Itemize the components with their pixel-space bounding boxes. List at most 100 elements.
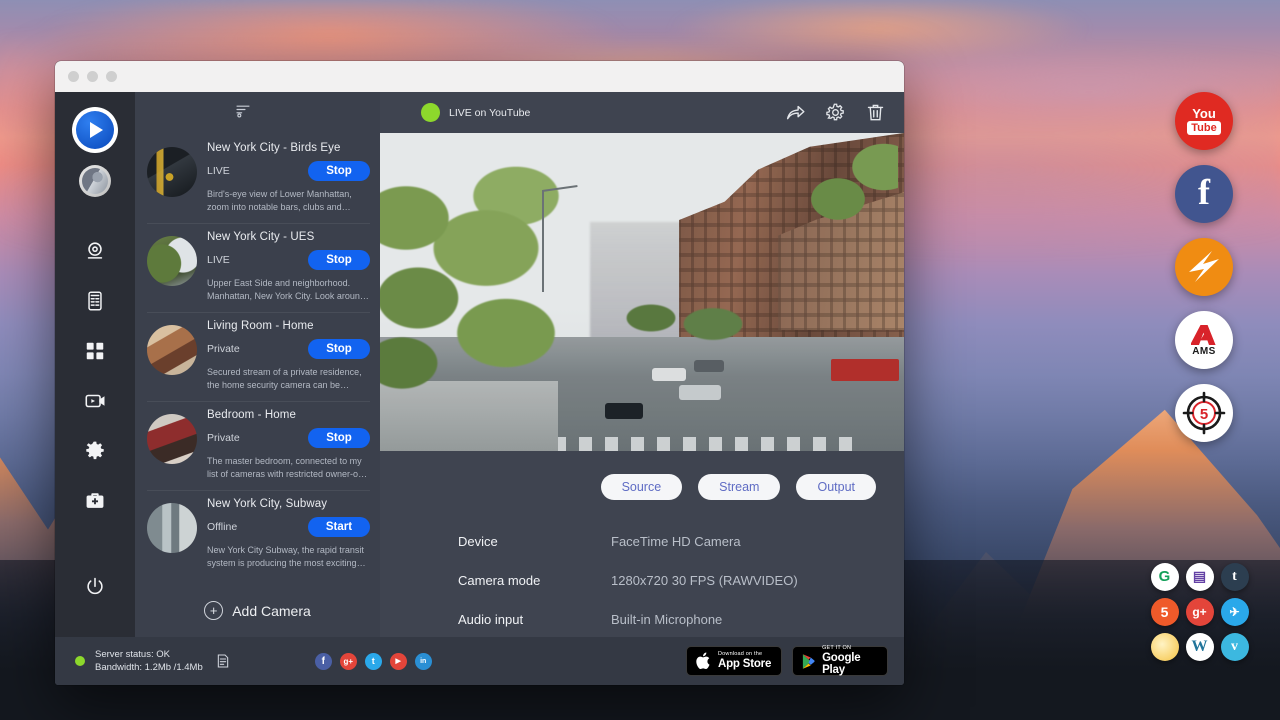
service-dock: You Tube f AMS 5 bbox=[1175, 92, 1233, 442]
facebook-icon[interactable]: f bbox=[315, 653, 332, 670]
twitter-mini-icon[interactable]: ✈ bbox=[1221, 598, 1249, 626]
live-status-dot bbox=[421, 103, 440, 122]
sidebar-item-apps[interactable] bbox=[75, 331, 115, 371]
camera-description: Bird's-eye view of Lower Manhattan, zoom… bbox=[207, 188, 370, 214]
camera-list-item[interactable]: Living Room - Home Private Stop Secured … bbox=[135, 312, 380, 401]
trash-icon[interactable] bbox=[865, 102, 886, 123]
google-plus-icon[interactable]: g+ bbox=[340, 653, 357, 670]
camera-action-button[interactable]: Stop bbox=[308, 339, 370, 359]
detail-value[interactable]: FaceTime HD Camera bbox=[611, 534, 741, 549]
twitch-icon[interactable]: ▤ bbox=[1186, 563, 1214, 591]
video-preview[interactable] bbox=[380, 133, 904, 451]
window-minimize-button[interactable] bbox=[87, 71, 98, 82]
plus-circle-icon: + bbox=[204, 601, 223, 620]
sidebar-item-settings[interactable] bbox=[75, 431, 115, 471]
detail-row: Device FaceTime HD Camera bbox=[458, 534, 904, 549]
camera-title: New York City - Birds Eye bbox=[207, 142, 370, 154]
stream-status: LIVE on YouTube bbox=[421, 103, 530, 122]
store-badges: Download on the App Store GET IT ON Goog… bbox=[686, 646, 888, 676]
camera-state: Private bbox=[207, 343, 240, 355]
sidebar-item-device[interactable] bbox=[75, 281, 115, 321]
play-triangle-icon bbox=[801, 652, 816, 671]
tab-stream[interactable]: Stream bbox=[698, 474, 780, 500]
livestream-icon[interactable]: 5 bbox=[1151, 598, 1179, 626]
twitter-icon[interactable]: t bbox=[365, 653, 382, 670]
status-bar: Server status: OK Bandwidth: 1.2Mb /1.4M… bbox=[55, 637, 904, 685]
adobe-ams-dock-icon[interactable]: AMS bbox=[1175, 311, 1233, 369]
video-overlay bbox=[380, 133, 904, 451]
tab-output[interactable]: Output bbox=[796, 474, 876, 500]
camera-list-item[interactable]: Bedroom - Home Private Stop The master b… bbox=[135, 401, 380, 490]
svg-text:5: 5 bbox=[1200, 406, 1208, 423]
camera-thumbnail bbox=[147, 503, 197, 553]
facebook-dock-icon[interactable]: f bbox=[1175, 165, 1233, 223]
google-plus-mini-icon[interactable]: g+ bbox=[1186, 598, 1214, 626]
gear-icon[interactable] bbox=[825, 102, 846, 123]
ams-label: AMS bbox=[1192, 346, 1215, 357]
window-close-button[interactable] bbox=[68, 71, 79, 82]
share-icon[interactable] bbox=[785, 102, 806, 123]
server-status-dot bbox=[75, 656, 85, 666]
detail-value[interactable]: Built-in Microphone bbox=[611, 612, 722, 627]
camera-state: LIVE bbox=[207, 254, 230, 266]
server-status-line: Server status: OK bbox=[95, 648, 203, 661]
add-camera-label: Add Camera bbox=[232, 603, 311, 619]
camera-state: Private bbox=[207, 432, 240, 444]
app-store-badge[interactable]: Download on the App Store bbox=[686, 646, 782, 676]
linkedin-icon[interactable]: in bbox=[415, 653, 432, 670]
detail-row: Camera mode 1280x720 30 FPS (RAWVIDEO) bbox=[458, 573, 904, 588]
settings-tabs: Source Stream Output bbox=[380, 474, 904, 500]
camera-title: New York City, Subway bbox=[207, 498, 370, 510]
filter-icon[interactable] bbox=[235, 102, 251, 123]
server-status-text: Server status: OK Bandwidth: 1.2Mb /1.4M… bbox=[95, 648, 203, 675]
camera-list[interactable]: New York City - Birds Eye LIVE Stop Bird… bbox=[135, 133, 380, 637]
add-camera-button[interactable]: + Add Camera bbox=[135, 579, 380, 620]
wowza-dock-icon[interactable] bbox=[1175, 238, 1233, 296]
log-icon[interactable] bbox=[215, 653, 231, 669]
camera-list-item[interactable]: New York City - UES LIVE Stop Upper East… bbox=[135, 223, 380, 312]
adobe-a-icon bbox=[1191, 324, 1217, 346]
detail-key: Camera mode bbox=[458, 573, 611, 588]
google-play-badge[interactable]: GET IT ON Google Play bbox=[792, 646, 888, 676]
youtube-dock-icon[interactable]: You Tube bbox=[1175, 92, 1233, 150]
camera-title: Living Room - Home bbox=[207, 320, 370, 332]
youtube-icon[interactable]: ▶ bbox=[390, 653, 407, 670]
sidebar-rail bbox=[55, 92, 135, 637]
camera-action-button[interactable]: Stop bbox=[308, 250, 370, 270]
camera-action-button[interactable]: Start bbox=[308, 517, 370, 537]
camera-action-button[interactable]: Stop bbox=[308, 161, 370, 181]
sidebar-item-support[interactable] bbox=[75, 481, 115, 521]
camera-action-button[interactable]: Stop bbox=[308, 428, 370, 448]
camera-description: New York City Subway, the rapid transit … bbox=[207, 544, 370, 570]
camera-list-item[interactable]: New York City - Birds Eye LIVE Stop Bird… bbox=[135, 134, 380, 223]
sidebar-item-webcam[interactable] bbox=[75, 231, 115, 271]
vimeo-icon[interactable]: v bbox=[1221, 633, 1249, 661]
tab-source[interactable]: Source bbox=[601, 474, 683, 500]
camera-description: Upper East Side and neighborhood. Manhat… bbox=[207, 277, 370, 303]
target-five-icon: 5 bbox=[1179, 388, 1229, 438]
detail-value[interactable]: 1280x720 30 FPS (RAWVIDEO) bbox=[611, 573, 798, 588]
camera-thumbnail bbox=[147, 236, 197, 286]
wordpress-icon[interactable]: W bbox=[1186, 633, 1214, 661]
mini-app-dock: G ▤ t 5 g+ ✈ W v bbox=[1147, 559, 1252, 664]
flickr-icon[interactable] bbox=[1151, 633, 1179, 661]
detail-key: Device bbox=[458, 534, 611, 549]
window-titlebar bbox=[55, 61, 904, 92]
sidebar-item-power[interactable] bbox=[75, 567, 115, 607]
camera-thumbnail bbox=[147, 414, 197, 464]
window-zoom-button[interactable] bbox=[106, 71, 117, 82]
livestream-five-dock-icon[interactable]: 5 bbox=[1175, 384, 1233, 442]
bandwidth-line: Bandwidth: 1.2Mb /1.4Mb bbox=[95, 661, 203, 674]
camera-description: The master bedroom, connected to my list… bbox=[207, 455, 370, 481]
camera-description: Secured stream of a private residence, t… bbox=[207, 366, 370, 392]
camera-list-item[interactable]: New York City, Subway Offline Start New … bbox=[135, 490, 380, 579]
app-window: New York City - Birds Eye LIVE Stop Bird… bbox=[55, 61, 904, 685]
avatar[interactable] bbox=[79, 165, 111, 197]
camera-list-column: New York City - Birds Eye LIVE Stop Bird… bbox=[135, 92, 380, 637]
tumblr-icon[interactable]: t bbox=[1221, 563, 1249, 591]
wowza-bolt-icon bbox=[1182, 245, 1226, 289]
sidebar-item-video[interactable] bbox=[75, 381, 115, 421]
source-details: Device FaceTime HD Camera Camera mode 12… bbox=[380, 500, 904, 627]
grammarly-icon[interactable]: G bbox=[1151, 563, 1179, 591]
app-logo[interactable] bbox=[74, 109, 116, 151]
